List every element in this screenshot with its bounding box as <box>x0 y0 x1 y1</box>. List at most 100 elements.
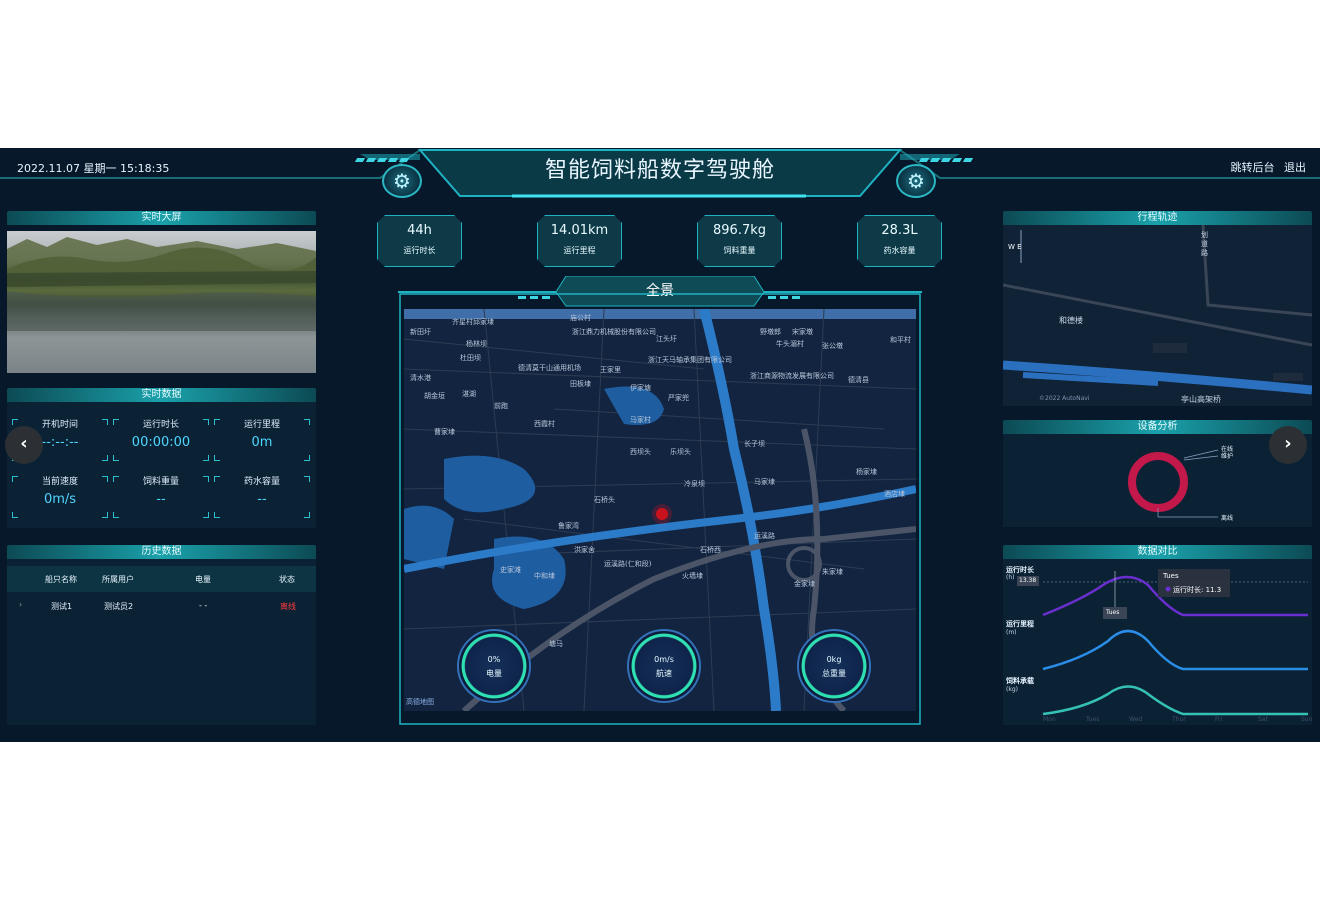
device-panel: 在线 维护 离线 <box>1003 434 1312 527</box>
place-label: 和德楼 <box>1059 316 1083 325</box>
logout-link[interactable]: 退出 <box>1284 161 1306 174</box>
map-place-label: 和平村 <box>890 336 911 344</box>
map-place-label: 杨家埭 <box>856 468 877 476</box>
map-place-label: 伊家塘 <box>630 384 651 392</box>
page-title: 智能饲料船数字驾驶舱 <box>544 158 775 183</box>
gauge-label: 电量 <box>486 669 502 678</box>
map-place-label: 马家埭 <box>754 478 775 486</box>
compass-icon: W E <box>1008 243 1022 251</box>
map-place-label: 杜田坝 <box>460 354 481 362</box>
map-place-label: 野墩郎 <box>760 328 781 336</box>
map-place-label: 史家滩 <box>500 566 521 574</box>
axis-pointer-label: 13.38 <box>1019 577 1037 584</box>
map-place-label: 牛头湄村 <box>776 340 804 348</box>
column-header[interactable]: 电量 <box>195 574 211 585</box>
series-unit: (kg) <box>1006 686 1018 693</box>
header-stripes-right <box>918 158 974 162</box>
cell-power: - - <box>199 601 208 610</box>
x-tick-label: Fri <box>1215 716 1223 723</box>
map-place-label: 德清县 <box>848 376 869 384</box>
map-place-label: 庙公村 <box>570 314 591 322</box>
header-links: 跳转后台 退出 <box>1225 159 1307 175</box>
realtime-value: 0m <box>251 435 273 450</box>
realtime-label: 当前速度 <box>41 477 78 487</box>
map-place-label: 火墙埭 <box>682 572 703 580</box>
realtime-cell: 当前速度 0m/s <box>10 466 110 518</box>
map-attribution: ©2022 AutoNavi <box>1039 395 1090 402</box>
bridge-label: 亭山高架桥 <box>1181 395 1221 404</box>
map-place-label: 浙江鼎力机械股份有限公司 <box>572 328 656 336</box>
compare-panel-title: 数据对比 <box>1003 545 1312 559</box>
compare-chart <box>1017 569 1308 716</box>
map-place-label: 塘马 <box>549 640 563 648</box>
donut-slice-offline <box>1128 452 1188 512</box>
cell-user: 测试员2 <box>104 602 134 611</box>
stat-box: 14.01km 运行里程 <box>537 215 622 267</box>
map-place-label: 浙江商源物流发展有限公司 <box>750 372 834 380</box>
stat-box: 28.3L 药水容量 <box>857 215 942 267</box>
column-header[interactable]: 船只名称 <box>45 574 77 585</box>
history-panel-title: 历史数据 <box>7 545 316 559</box>
map-place-label: 齐星村邱家埭 <box>452 318 494 326</box>
column-header[interactable]: 状态 <box>279 574 295 585</box>
stat-label: 运行里程 <box>563 246 596 255</box>
backend-link[interactable]: 跳转后台 <box>1231 161 1275 174</box>
x-tick-label: Tues <box>1086 716 1100 723</box>
map-place-label: 新田圩 <box>410 328 431 336</box>
column-header[interactable]: 所属用户 <box>102 574 134 585</box>
realtime-cell: 饲料重量 -- <box>111 466 211 518</box>
map-place-label: 中和埭 <box>534 572 555 580</box>
dashboard-screen: 2022.11.07 星期一 15:18:35 ⚙ 智能饲料船数字驾驶舱 ⚙ 跳… <box>0 148 1320 742</box>
gear-icon[interactable]: ⚙ <box>382 164 422 198</box>
tooltip-title: Tues <box>1163 572 1179 580</box>
gear-icon[interactable]: ⚙ <box>896 164 936 198</box>
map-place-label: 冷泉坝 <box>684 480 705 488</box>
realtime-label: 饲料重量 <box>142 477 179 487</box>
video-scene <box>7 237 316 331</box>
device-donut-chart <box>1128 449 1219 518</box>
map-place-label: 西霞村 <box>534 420 555 428</box>
expand-icon[interactable]: › <box>19 600 22 609</box>
x-axis: Mon Tues Wed Thur Fri Sat Sun <box>1043 716 1312 725</box>
map-place-label: 严家兜 <box>668 394 689 402</box>
stat-value: 28.3L <box>881 223 918 238</box>
table-row[interactable]: › 测试1 测试员2 - - 离线 <box>7 594 316 616</box>
map-attribution: 高德地图 <box>406 698 434 706</box>
stat-label: 饲料重量 <box>723 246 756 255</box>
realtime-panel: 开机时间 --:--:-- 运行时长 00:00:00 运行里程 0m 当前速度… <box>7 402 316 528</box>
stat-label: 药水容量 <box>883 246 916 255</box>
status-badge: 离线 <box>280 602 296 611</box>
map-place-label: 石桥头 <box>594 496 615 504</box>
gauge-value: 0m/s <box>654 655 674 664</box>
next-button[interactable]: › <box>1269 426 1307 464</box>
map-place-label: 金家埭 <box>794 580 815 588</box>
map-place-label: 运溪路(仁和段) <box>604 560 652 568</box>
map-place-label: 田板埭 <box>570 380 591 388</box>
series-line <box>1042 685 1308 716</box>
legend-maintain: 维护 <box>1221 453 1234 460</box>
x-tick-label: Wed <box>1129 716 1143 723</box>
map-place-label: 杨林坝 <box>466 340 487 348</box>
map-place-label: 鲁家湾 <box>558 522 579 530</box>
prev-button[interactable]: ‹ <box>5 426 43 464</box>
track-map[interactable]: W E 划道路 和德楼 亭山高架桥 ©2022 AutoNavi <box>1003 225 1312 406</box>
realtime-cell: 运行时长 00:00:00 <box>111 409 211 461</box>
header: 2022.11.07 星期一 15:18:35 ⚙ 智能饲料船数字驾驶舱 ⚙ 跳… <box>0 148 1320 204</box>
power-gauge: 0% 电量 <box>457 629 531 703</box>
series-line <box>1042 629 1308 671</box>
x-tick-label: Thur <box>1172 716 1186 723</box>
map-title: 全景 <box>646 283 674 299</box>
map-place-label: 浙江天马轴承集团有限公司 <box>648 356 732 364</box>
weight-gauge: 0kg 总重量 <box>797 629 871 703</box>
stat-label: 运行时长 <box>403 246 436 255</box>
series-label: 饲料承载 <box>1006 677 1034 685</box>
tooltip-text: 运行时长: 11.3 <box>1173 586 1222 594</box>
realtime-value: -- <box>156 492 166 507</box>
datetime: 2022.11.07 星期一 15:18:35 <box>17 162 170 175</box>
header-stripes-left <box>354 158 410 162</box>
live-video[interactable] <box>7 231 316 373</box>
x-tick-label: Mon <box>1043 716 1056 723</box>
map-place-label: 胡金垣 <box>424 392 445 400</box>
axis-pointer-x: Tues <box>1106 609 1120 616</box>
map-place-label: 德清莫干山通用机场 <box>518 364 581 372</box>
